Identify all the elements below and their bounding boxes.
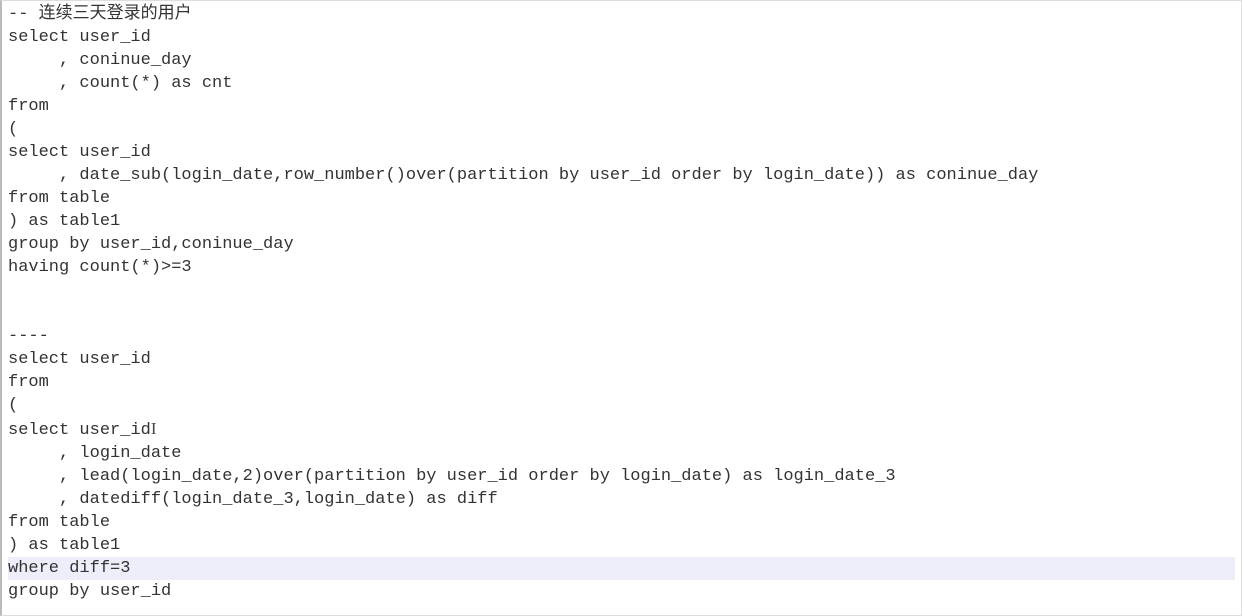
- code-line[interactable]: group by user_id,coninue_day: [8, 233, 1235, 256]
- code-line[interactable]: (: [8, 394, 1235, 417]
- code-line[interactable]: from table: [8, 511, 1235, 534]
- code-line[interactable]: select user_id: [8, 141, 1235, 164]
- code-line[interactable]: select user_id: [8, 26, 1235, 49]
- code-line[interactable]: select user_id: [8, 348, 1235, 371]
- code-line[interactable]: , coninue_day: [8, 49, 1235, 72]
- code-line[interactable]: , count(*) as cnt: [8, 72, 1235, 95]
- code-line[interactable]: , date_sub(login_date,row_number()over(p…: [8, 164, 1235, 187]
- code-line[interactable]: , login_date: [8, 442, 1235, 465]
- code-line[interactable]: where diff=3: [8, 557, 1235, 580]
- code-line[interactable]: [8, 302, 1235, 325]
- code-line[interactable]: having count(*)>=3: [8, 256, 1235, 279]
- code-line[interactable]: [8, 279, 1235, 302]
- code-line[interactable]: ) as table1: [8, 534, 1235, 557]
- code-line[interactable]: select user_idI: [8, 417, 1235, 442]
- code-line[interactable]: , datediff(login_date_3,login_date) as d…: [8, 488, 1235, 511]
- code-line[interactable]: ----: [8, 325, 1235, 348]
- code-editor[interactable]: -- 连续三天登录的用户select user_id , coninue_day…: [2, 1, 1241, 605]
- code-line[interactable]: , lead(login_date,2)over(partition by us…: [8, 465, 1235, 488]
- code-line[interactable]: group by user_id: [8, 580, 1235, 603]
- text-cursor: I: [151, 419, 157, 438]
- code-line[interactable]: from: [8, 95, 1235, 118]
- code-line[interactable]: from table: [8, 187, 1235, 210]
- code-line[interactable]: ) as table1: [8, 210, 1235, 233]
- code-line[interactable]: -- 连续三天登录的用户: [8, 3, 1235, 26]
- code-line[interactable]: from: [8, 371, 1235, 394]
- code-line[interactable]: (: [8, 118, 1235, 141]
